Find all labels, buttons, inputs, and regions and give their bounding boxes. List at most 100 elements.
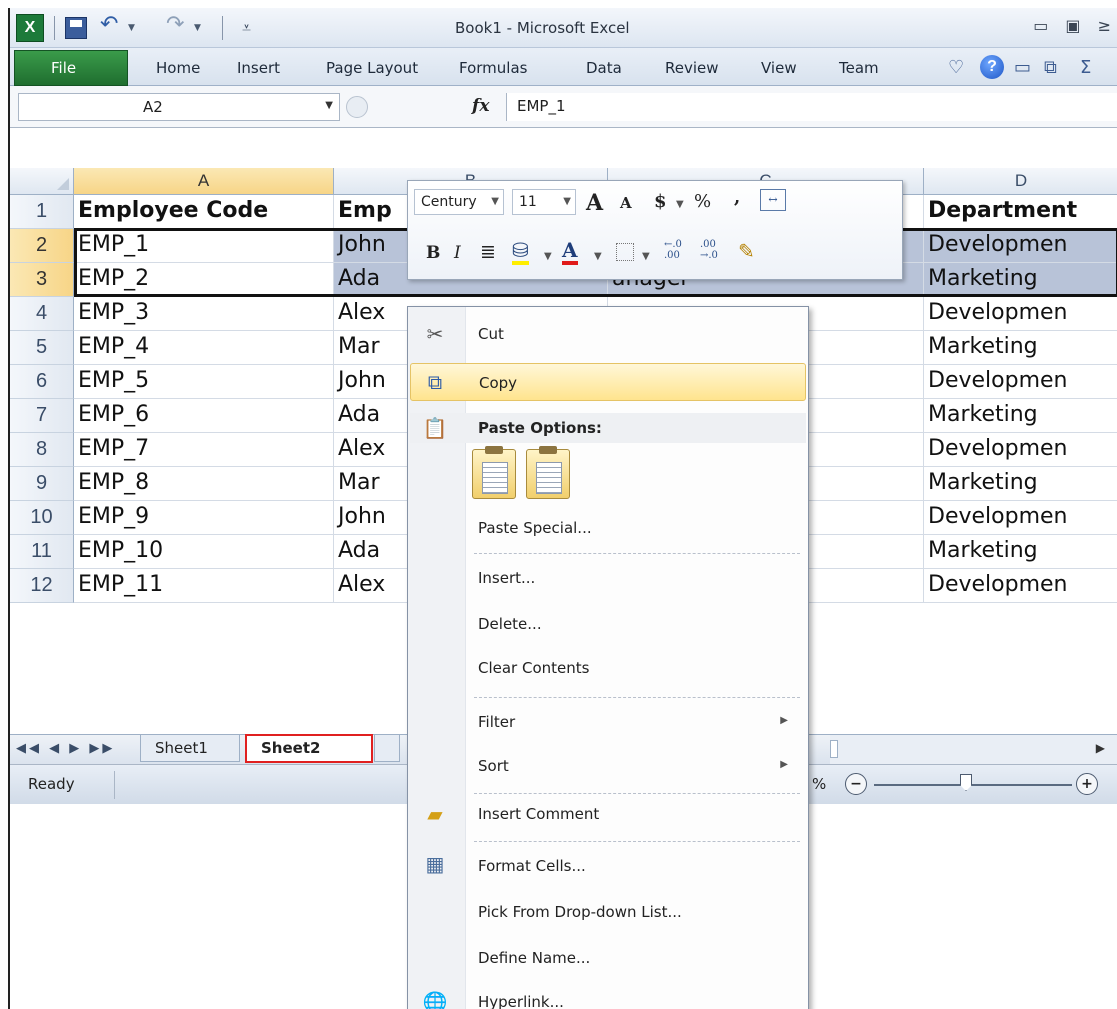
font-color-icon[interactable]: A [562, 239, 578, 265]
row-header[interactable]: 1 [10, 195, 74, 229]
sheet-tab-next[interactable] [374, 735, 400, 762]
row-header[interactable]: 4 [10, 297, 74, 331]
tab-file[interactable]: File [14, 50, 128, 86]
format-painter-icon[interactable]: ✎ [738, 239, 755, 263]
expand-handle[interactable] [346, 96, 368, 118]
cell-d-7[interactable]: Marketing [924, 399, 1117, 433]
cell-d-5[interactable]: Marketing [924, 331, 1117, 365]
row-header[interactable]: 11 [10, 535, 74, 569]
cell-d-11[interactable]: Marketing [924, 535, 1117, 569]
tab-view[interactable]: View [761, 59, 797, 77]
bold-icon[interactable]: B [426, 243, 440, 263]
cell-d-8[interactable]: Developmen [924, 433, 1117, 467]
menu-item-clear-contents[interactable]: Clear Contents [410, 649, 806, 687]
menu-item-sort[interactable]: Sort ▶ [410, 747, 806, 785]
align-center-icon[interactable]: ≣ [480, 241, 496, 263]
undo-icon[interactable]: ↶ [100, 12, 118, 37]
close-workbook-icon[interactable]: Σ [1080, 57, 1091, 78]
increase-decimal-icon[interactable]: ←.0 .00 [664, 239, 682, 261]
sheet-nav-arrows[interactable]: ◀◀ ◀ ▶ ▶▶ [16, 741, 115, 756]
grow-font-icon[interactable]: A [586, 190, 603, 216]
menu-item-format-cells[interactable]: Format Cells... [410, 847, 806, 885]
tab-insert[interactable]: Insert [237, 59, 280, 77]
redo-dropdown-icon[interactable]: ▼ [194, 23, 201, 33]
column-header-d[interactable]: D [924, 168, 1117, 195]
cell-a-11[interactable]: EMP_10 [74, 535, 334, 569]
row-header[interactable]: 2 [10, 229, 74, 263]
zoom-slider[interactable] [874, 784, 1072, 786]
chevron-down-icon[interactable]: ▼ [676, 199, 684, 210]
chevron-down-icon[interactable]: ▼ [325, 100, 333, 111]
percent-style-icon[interactable]: % [694, 191, 711, 212]
paste-formatting-icon[interactable] [472, 446, 516, 499]
tab-home[interactable]: Home [156, 59, 200, 77]
cell-a-9[interactable]: EMP_8 [74, 467, 334, 501]
name-box[interactable]: A2 ▼ [18, 93, 340, 121]
cell-a-6[interactable]: EMP_5 [74, 365, 334, 399]
scroll-right-icon[interactable]: ▶ [1096, 741, 1105, 755]
cell-a-8[interactable]: EMP_7 [74, 433, 334, 467]
borders-icon[interactable] [616, 243, 634, 261]
menu-item-copy[interactable]: Copy [410, 363, 806, 401]
help-icon[interactable]: ? [980, 55, 1004, 79]
formula-input[interactable]: EMP_1 [506, 93, 1117, 121]
menu-item-insert[interactable]: Insert... [410, 559, 806, 597]
zoom-level[interactable]: % [812, 775, 826, 793]
row-header[interactable]: 12 [10, 569, 74, 603]
cell-a-2[interactable]: EMP_1 [74, 229, 334, 263]
cell-d-9[interactable]: Marketing [924, 467, 1117, 501]
restore-window-icon[interactable]: ▭ [1014, 57, 1031, 78]
window-controls[interactable]: ▭ ▣ ≥ [1033, 16, 1117, 35]
merge-center-icon[interactable]: ↔ [760, 189, 786, 211]
cell-a-7[interactable]: EMP_6 [74, 399, 334, 433]
tab-formulas[interactable]: Formulas [459, 59, 527, 77]
sheet-tab-sheet1[interactable]: Sheet1 [140, 735, 240, 762]
row-header[interactable]: 8 [10, 433, 74, 467]
chevron-down-icon[interactable]: ▼ [491, 196, 499, 207]
cell-a-1[interactable]: Employee Code [74, 195, 334, 229]
menu-item-hyperlink[interactable]: Hyperlink... [410, 983, 806, 1009]
save-icon[interactable] [65, 17, 87, 39]
cell-d-3[interactable]: Marketing [924, 263, 1117, 297]
chevron-down-icon[interactable]: ▼ [563, 196, 571, 207]
zoom-out-button[interactable]: − [845, 773, 867, 795]
cell-d-1[interactable]: Department [924, 195, 1117, 229]
menu-item-paste-special[interactable]: Paste Special... [410, 509, 806, 547]
chevron-down-icon[interactable]: ▼ [594, 251, 602, 262]
zoom-in-button[interactable]: + [1076, 773, 1098, 795]
cell-a-5[interactable]: EMP_4 [74, 331, 334, 365]
minimize-ribbon-icon[interactable]: ♡ [948, 57, 964, 78]
horizontal-scrollbar[interactable]: ▶ [830, 734, 1117, 764]
comma-style-icon[interactable]: , [734, 187, 740, 208]
row-header[interactable]: 5 [10, 331, 74, 365]
cell-a-4[interactable]: EMP_3 [74, 297, 334, 331]
scroll-thumb[interactable] [830, 740, 838, 758]
menu-item-pick-from-list[interactable]: Pick From Drop-down List... [410, 893, 806, 931]
cell-a-12[interactable]: EMP_11 [74, 569, 334, 603]
row-header[interactable]: 10 [10, 501, 74, 535]
row-header[interactable]: 3 [10, 263, 74, 297]
row-header[interactable]: 9 [10, 467, 74, 501]
cell-d-10[interactable]: Developmen [924, 501, 1117, 535]
fill-color-icon[interactable]: ⛁ [512, 239, 529, 265]
sheet-tab-sheet2[interactable]: Sheet2 [245, 734, 373, 763]
column-header-a[interactable]: A [74, 168, 334, 195]
cell-d-12[interactable]: Developmen [924, 569, 1117, 603]
menu-item-delete[interactable]: Delete... [410, 605, 806, 643]
redo-icon[interactable]: ↷ [166, 12, 184, 37]
currency-format-icon[interactable]: $ [654, 191, 667, 212]
paste-values-icon[interactable] [526, 446, 570, 499]
insert-function-icon[interactable]: fx [472, 96, 489, 116]
workbook-restore-icon[interactable]: ⧉ [1044, 57, 1057, 78]
select-all-corner[interactable] [10, 168, 74, 195]
tab-page-layout[interactable]: Page Layout [326, 59, 418, 77]
tab-data[interactable]: Data [586, 59, 622, 77]
menu-item-cut[interactable]: Cut [410, 315, 806, 353]
zoom-slider-thumb[interactable] [960, 774, 972, 791]
menu-item-filter[interactable]: Filter ▶ [410, 703, 806, 741]
tab-team[interactable]: Team [839, 59, 879, 77]
chevron-down-icon[interactable]: ▼ [642, 251, 650, 262]
menu-item-define-name[interactable]: Define Name... [410, 939, 806, 977]
shrink-font-icon[interactable]: A [620, 194, 632, 212]
cell-a-3[interactable]: EMP_2 [74, 263, 334, 297]
